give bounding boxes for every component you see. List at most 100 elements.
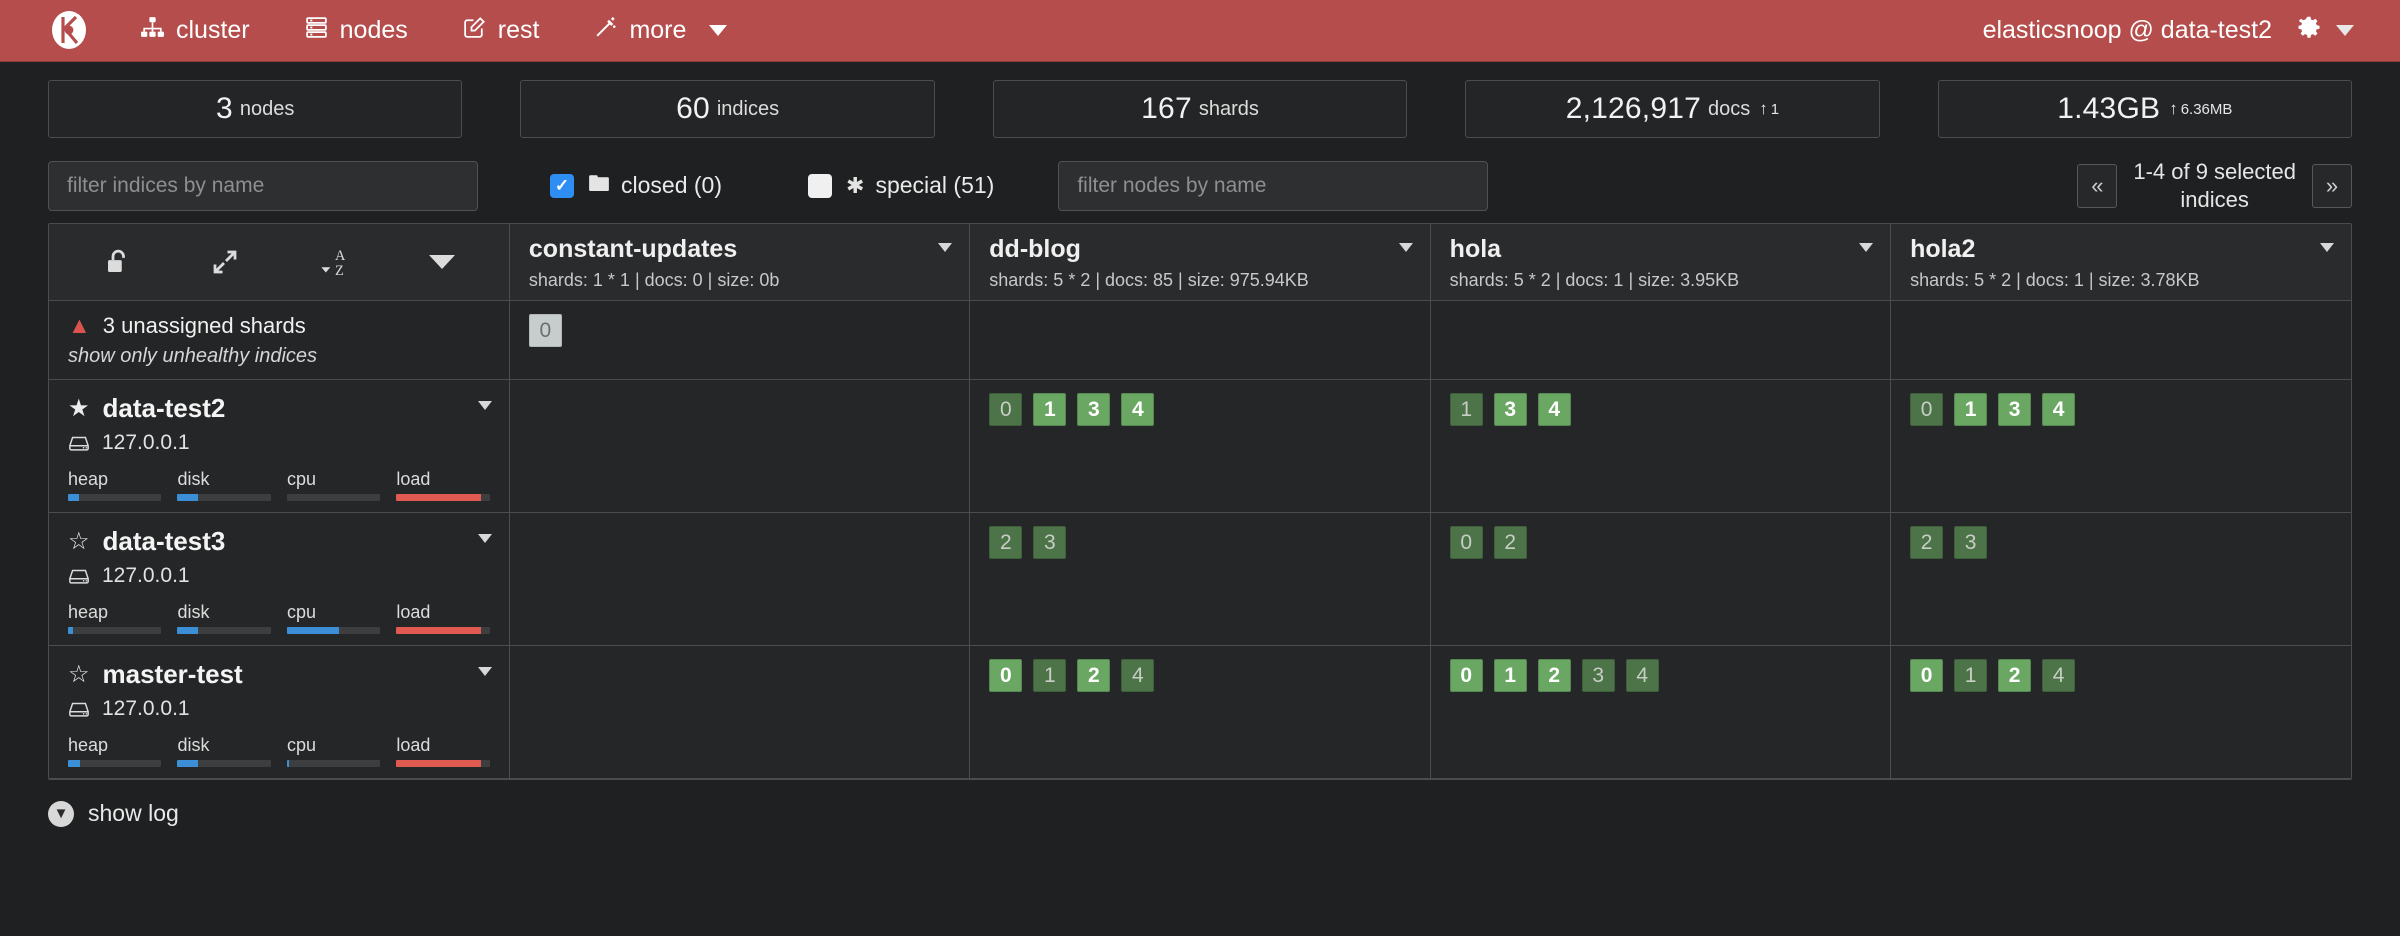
shard-badge[interactable]: 2	[1998, 659, 2031, 692]
shard-badge[interactable]: 1	[1450, 393, 1483, 426]
circle-chevron-down-icon: ▼	[48, 801, 74, 827]
node-ip: 127.0.0.1	[102, 431, 190, 455]
shard-badge[interactable]: 1	[1033, 393, 1066, 426]
nav-item-more[interactable]: more	[571, 5, 749, 57]
shard-list: 0134	[971, 381, 1428, 438]
chevron-down-icon	[2336, 25, 2354, 36]
sort-alpha-down-icon[interactable]: A Z	[308, 239, 362, 285]
chevron-down-icon[interactable]	[419, 249, 465, 275]
shard-badge[interactable]: 3	[1033, 526, 1066, 559]
grid-toolbar-cell: A Z	[49, 224, 509, 301]
shard-badge[interactable]: 1	[1033, 659, 1066, 692]
node-title: ★ data-test2	[68, 393, 490, 424]
shard-badge[interactable]: 3	[1582, 659, 1615, 692]
index-header-cell: hola shards: 5 * 2 | docs: 1 | size: 3.9…	[1430, 224, 1890, 301]
unassigned-shard-cell: 0	[509, 301, 969, 380]
metric-cpu: cpu	[287, 469, 380, 501]
stat-indices[interactable]: 60 indices	[520, 80, 934, 138]
node-name: data-test2	[103, 393, 226, 424]
shard-badge[interactable]: 0	[1450, 659, 1483, 692]
shard-badge[interactable]: 3	[1998, 393, 2031, 426]
metric-cpu: cpu	[287, 602, 380, 634]
index-menu-caret-icon[interactable]	[1399, 243, 1413, 252]
indices-filter-input[interactable]	[48, 161, 478, 211]
pager-next-button[interactable]: »	[2312, 164, 2352, 208]
special-indices-toggle[interactable]: ✱ special (51)	[808, 172, 994, 199]
shard-badge[interactable]: 2	[1538, 659, 1571, 692]
nav-item-nodes[interactable]: nodes	[282, 5, 430, 57]
stat-nodes[interactable]: 3 nodes	[48, 80, 462, 138]
shard-badge[interactable]: 2	[1494, 526, 1527, 559]
metric-heap: heap	[68, 469, 161, 501]
expand-arrows-icon[interactable]	[200, 241, 250, 283]
metric-bar-track	[287, 760, 380, 767]
show-log-button[interactable]: ▼ show log	[48, 800, 179, 827]
shard-badge[interactable]: 0	[529, 314, 562, 347]
shard-badge[interactable]: 0	[989, 393, 1022, 426]
node-row: ☆ data-test3 127.0.0.1	[49, 513, 2351, 646]
stat-delta: ↑6.36MB	[2169, 99, 2232, 119]
star-outline-icon: ☆	[68, 530, 90, 554]
checkbox-unchecked[interactable]	[808, 174, 832, 198]
node-menu-caret-icon[interactable]	[478, 401, 492, 410]
shard-badge[interactable]: 3	[1954, 526, 1987, 559]
stat-docs[interactable]: 2,126,917 docs ↑1	[1465, 80, 1879, 138]
shard-badge[interactable]: 4	[2042, 659, 2075, 692]
shard-badge[interactable]: 3	[1077, 393, 1110, 426]
index-meta: shards: 5 * 2 | docs: 85 | size: 975.94K…	[989, 270, 1410, 291]
index-menu-caret-icon[interactable]	[938, 243, 952, 252]
node-menu-caret-icon[interactable]	[478, 534, 492, 543]
closed-indices-toggle[interactable]: ✓ 🖿 closed (0)	[550, 167, 722, 205]
index-menu-caret-icon[interactable]	[2320, 243, 2334, 252]
checkbox-checked[interactable]: ✓	[550, 174, 574, 198]
up-arrow-icon: ↑	[2169, 99, 2178, 118]
shard-badge[interactable]: 1	[1954, 393, 1987, 426]
nav-item-cluster[interactable]: cluster	[118, 5, 272, 57]
show-unhealthy-link[interactable]: show only unhealthy indices	[68, 345, 490, 368]
footer: ▼ show log	[0, 780, 2400, 827]
closed-label-text: closed (0)	[621, 172, 722, 199]
index-menu-caret-icon[interactable]	[1859, 243, 1873, 252]
shard-badge[interactable]: 4	[1121, 659, 1154, 692]
node-menu-caret-icon[interactable]	[478, 667, 492, 676]
stat-shards[interactable]: 167 shards	[993, 80, 1407, 138]
shard-badge[interactable]: 0	[1450, 526, 1483, 559]
shard-badge[interactable]: 4	[1538, 393, 1571, 426]
shard-badge[interactable]: 4	[2042, 393, 2075, 426]
show-log-label: show log	[88, 800, 179, 827]
stat-size[interactable]: 1.43GB ↑6.36MB	[1938, 80, 2352, 138]
unlock-icon[interactable]	[93, 241, 143, 283]
closed-toggle-label: 🖿 closed (0)	[588, 167, 722, 205]
shard-badge[interactable]: 2	[989, 526, 1022, 559]
shard-badge[interactable]: 0	[1910, 659, 1943, 692]
shard-badge[interactable]: 2	[1910, 526, 1943, 559]
stat-delta-value: 1	[1771, 101, 1779, 118]
metric-label: disk	[177, 469, 270, 490]
metric-bar-fill	[177, 627, 198, 634]
pager-status: 1-4 of 9 selected indices	[2133, 158, 2296, 213]
stat-value: 60	[676, 92, 710, 126]
node-title: ☆ master-test	[68, 659, 490, 690]
nodes-filter-input[interactable]	[1058, 161, 1488, 211]
unassigned-shards-row: ▲ 3 unassigned shards show only unhealth…	[49, 301, 2351, 380]
pager-status-line1: 1-4 of 9 selected	[2133, 159, 2296, 184]
nav-item-rest[interactable]: rest	[440, 5, 562, 57]
metric-bar-track	[396, 494, 489, 501]
cluster-table: A Z constant-updates shards: 1 * 1 | doc…	[49, 224, 2351, 779]
nav-item-label: cluster	[176, 16, 250, 45]
kopf-k-logo[interactable]	[46, 8, 92, 54]
stat-unit: nodes	[240, 98, 295, 121]
unassigned-info: ▲ 3 unassigned shards show only unhealth…	[50, 302, 508, 378]
settings-menu-button[interactable]	[2290, 9, 2360, 52]
shard-badge[interactable]: 0	[989, 659, 1022, 692]
shard-badge[interactable]: 3	[1494, 393, 1527, 426]
shard-badge[interactable]: 1	[1954, 659, 1987, 692]
top-navbar: cluster nodes rest	[0, 0, 2400, 62]
metric-label: disk	[177, 735, 270, 756]
shard-badge[interactable]: 4	[1121, 393, 1154, 426]
shard-badge[interactable]: 0	[1910, 393, 1943, 426]
pager-prev-button[interactable]: «	[2077, 164, 2117, 208]
shard-badge[interactable]: 2	[1077, 659, 1110, 692]
shard-badge[interactable]: 4	[1626, 659, 1659, 692]
shard-badge[interactable]: 1	[1494, 659, 1527, 692]
